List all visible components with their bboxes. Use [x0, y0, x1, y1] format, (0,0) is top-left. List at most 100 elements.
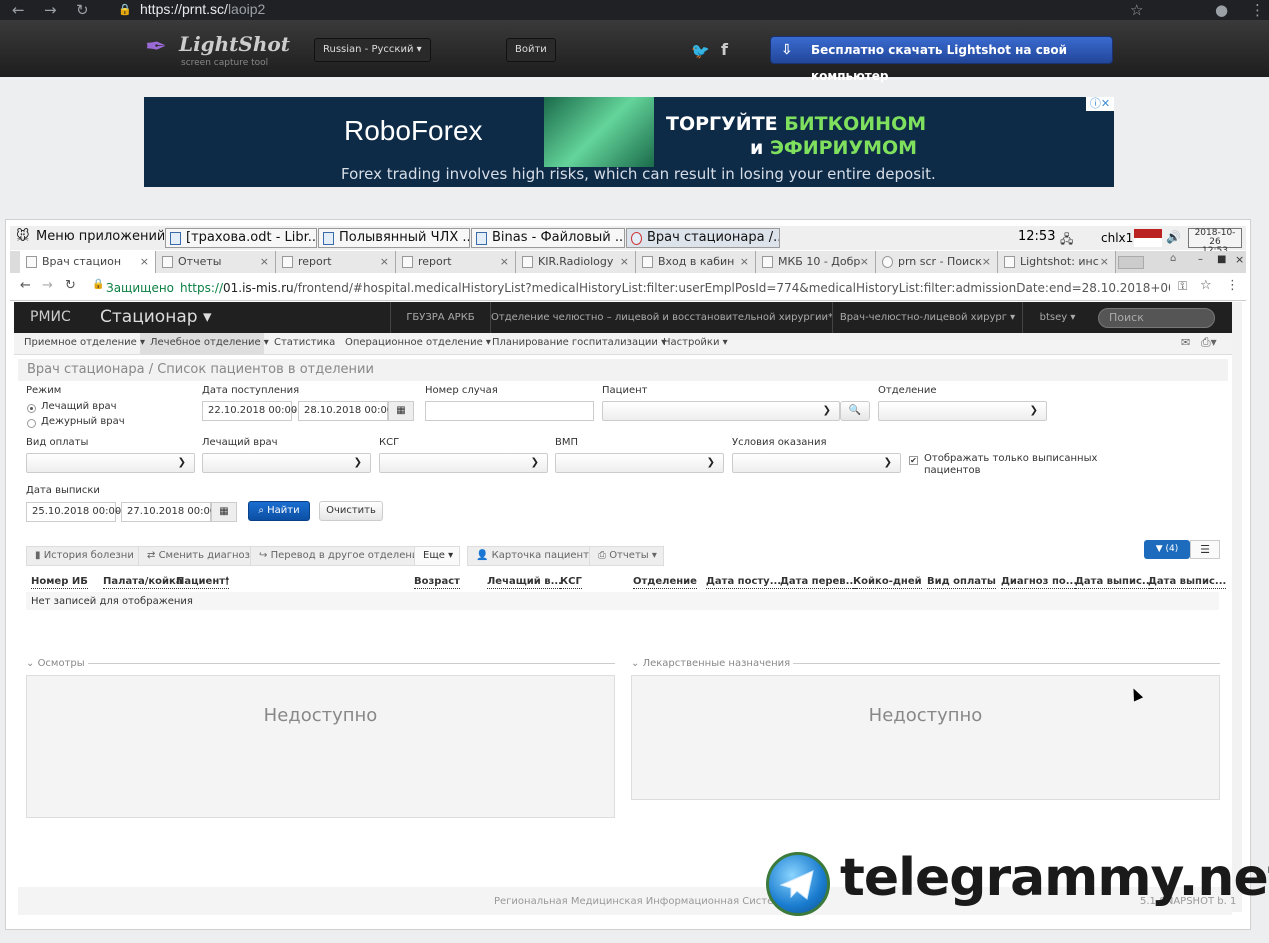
department-select[interactable]: ❯: [878, 401, 1047, 421]
taskbar-item-libreoffice[interactable]: [трахова.odt - Libr...: [165, 228, 317, 248]
admission-to-input[interactable]: 28.10.2018 00:00: [298, 401, 393, 421]
login-button[interactable]: Войти: [506, 38, 556, 62]
conditions-select[interactable]: ❯: [732, 453, 901, 473]
drugs-section-toggle[interactable]: ⌄ Лекарственные назначения: [631, 658, 794, 669]
col-doctor[interactable]: Лечащий в...: [487, 576, 562, 589]
list-view-button[interactable]: ☰: [1190, 540, 1220, 559]
tab-mkb10[interactable]: МКБ 10 - Добр ×: [756, 251, 876, 273]
menu-treatment[interactable]: Лечебное отделение ▾: [150, 337, 269, 348]
reload-icon[interactable]: ↻: [65, 278, 76, 293]
scrollbar[interactable]: [1232, 302, 1242, 912]
tab-google-search[interactable]: prn scr - Поиск ×: [876, 251, 998, 273]
col-payment[interactable]: Вид оплаты: [927, 576, 996, 589]
reports-button[interactable]: ⎙ Отчеты ▾: [589, 546, 664, 566]
menu-reception[interactable]: Приемное отделение ▾: [24, 337, 145, 348]
tab-login[interactable]: Вход в кабин ×: [636, 251, 756, 273]
patient-card-button[interactable]: 👤 Карточка пациента: [467, 546, 603, 566]
user-icon[interactable]: ⌂: [1170, 253, 1176, 264]
close-icon[interactable]: ×: [500, 251, 509, 273]
discharged-only-checkbox[interactable]: ✔: [909, 456, 918, 465]
ad-banner[interactable]: RoboForex ТОРГУЙТЕ БИТКОИНОМ и ЭФИРИУМОМ…: [144, 97, 1114, 187]
twitter-icon[interactable]: 🐦: [691, 42, 710, 60]
col-transfer-date[interactable]: Дата перев...: [780, 576, 858, 589]
admission-from-input[interactable]: 22.10.2018 00:00: [202, 401, 297, 421]
history-button[interactable]: ▮ История болезни: [26, 546, 141, 566]
tab-report-1[interactable]: report ×: [276, 251, 396, 273]
volume-icon[interactable]: 🔊: [1166, 230, 1181, 244]
exams-section-toggle[interactable]: ⌄ Осмотры: [26, 658, 88, 669]
user-menu[interactable]: btsey ▾: [1022, 302, 1092, 333]
language-select[interactable]: Russian - Русский ▾: [314, 38, 431, 62]
more-button[interactable]: Еще ▾: [414, 546, 461, 566]
mode-radio-attending[interactable]: [27, 404, 36, 413]
reload-icon[interactable]: ↻: [76, 1, 89, 19]
col-discharge-date-1[interactable]: Дата выпис...: [1075, 576, 1154, 589]
tab-reports[interactable]: Отчеты ×: [156, 251, 276, 273]
close-icon[interactable]: ×: [620, 251, 629, 273]
patient-select[interactable]: ❯: [602, 401, 840, 421]
close-icon[interactable]: ×: [260, 251, 269, 273]
col-discharge-date-2[interactable]: Дата выпис...: [1148, 576, 1227, 589]
bookmark-star-icon[interactable]: ☆: [1200, 278, 1212, 293]
discharge-to-input[interactable]: 27.10.2018 00:00: [121, 502, 216, 522]
close-icon[interactable]: ×: [982, 251, 991, 273]
discharge-from-input[interactable]: 25.10.2018 00:00: [26, 502, 121, 522]
position-selector[interactable]: Врач-челюстно-лицевой хирург ▾: [832, 302, 1022, 333]
maximize-icon[interactable]: ■: [1217, 254, 1226, 265]
back-icon[interactable]: ←: [20, 278, 31, 293]
col-department[interactable]: Отделение: [633, 576, 697, 589]
app-search-input[interactable]: Поиск: [1098, 308, 1215, 328]
find-button[interactable]: ⌕ Найти: [248, 501, 310, 521]
col-patient[interactable]: Пациент🠕: [176, 576, 230, 589]
profile-icon[interactable]: ●: [1215, 1, 1228, 19]
col-ksg[interactable]: КСГ: [560, 576, 582, 589]
taskbar-item-files[interactable]: Binas - Файловый ...: [471, 228, 625, 248]
app-brand[interactable]: РМИС: [30, 309, 71, 325]
new-tab-button[interactable]: [1118, 256, 1144, 269]
menu-settings[interactable]: Настройки ▾: [663, 337, 728, 348]
forward-icon[interactable]: →: [44, 1, 57, 19]
flag-icon[interactable]: [1134, 229, 1162, 247]
col-ward-bed[interactable]: Палата/койка: [103, 576, 183, 589]
network-icon[interactable]: 🖧: [1060, 230, 1073, 251]
vmp-select[interactable]: ❯: [555, 453, 724, 473]
filter-button[interactable]: ▼ (4): [1144, 540, 1190, 559]
menu-dots-icon[interactable]: ⋮: [1250, 1, 1265, 19]
col-bed-days[interactable]: Койко-дней: [853, 576, 922, 589]
forward-icon[interactable]: →: [42, 278, 53, 293]
taskbar-app-menu[interactable]: 🐭 Меню приложений: [14, 228, 164, 248]
patient-search-button[interactable]: 🔍: [840, 401, 870, 421]
calendar-icon[interactable]: ▦: [388, 401, 414, 421]
facebook-icon[interactable]: f: [721, 40, 728, 59]
taskbar-item-document[interactable]: Полывянный ЧЛХ ...: [318, 228, 470, 248]
key-icon[interactable]: ⚿: [1178, 279, 1187, 294]
back-icon[interactable]: ←: [12, 1, 25, 19]
col-diagnosis[interactable]: Диагноз по...: [1001, 576, 1078, 589]
tab-radiology[interactable]: KIR.Radiology ×: [516, 251, 636, 273]
taskbar-item-chrome[interactable]: Врач стационара /...: [626, 228, 780, 248]
transfer-button[interactable]: ↪ Перевод в другое отделение: [250, 546, 432, 566]
tab-report-2[interactable]: report ×: [396, 251, 516, 273]
case-number-input[interactable]: [425, 401, 594, 421]
ksg-select[interactable]: ❯: [379, 453, 548, 473]
calendar-icon[interactable]: ▦: [211, 502, 237, 522]
menu-dots-icon[interactable]: ⋮: [1226, 278, 1239, 293]
close-icon[interactable]: ×: [740, 251, 749, 273]
close-icon[interactable]: ×: [860, 251, 869, 273]
close-icon[interactable]: ×: [140, 251, 149, 273]
col-admission-date[interactable]: Дата посту...: [706, 576, 782, 589]
doctor-select[interactable]: ❯: [202, 453, 371, 473]
department-selector[interactable]: Отделение челюстно – лицевой и восстанов…: [490, 302, 833, 333]
col-ib-number[interactable]: Номер ИБ: [31, 576, 88, 589]
outer-address[interactable]: https://prnt.sc/laoip2: [140, 1, 265, 17]
menu-operating[interactable]: Операционное отделение ▾: [345, 337, 491, 348]
address-url[interactable]: https://01.is-mis.ru/frontend/#hospital.…: [180, 281, 1170, 295]
bookmark-star-icon[interactable]: ☆: [1130, 1, 1143, 19]
payment-select[interactable]: ❯: [26, 453, 195, 473]
close-icon[interactable]: ×: [1100, 251, 1109, 273]
menu-statistics[interactable]: Статистика: [274, 337, 335, 348]
menu-planning[interactable]: Планирование госпитализации ▾: [492, 337, 666, 348]
minimize-icon[interactable]: –: [1198, 254, 1203, 265]
col-age[interactable]: Возраст: [414, 576, 460, 589]
print-icon[interactable]: ⎙▾: [1201, 335, 1217, 350]
